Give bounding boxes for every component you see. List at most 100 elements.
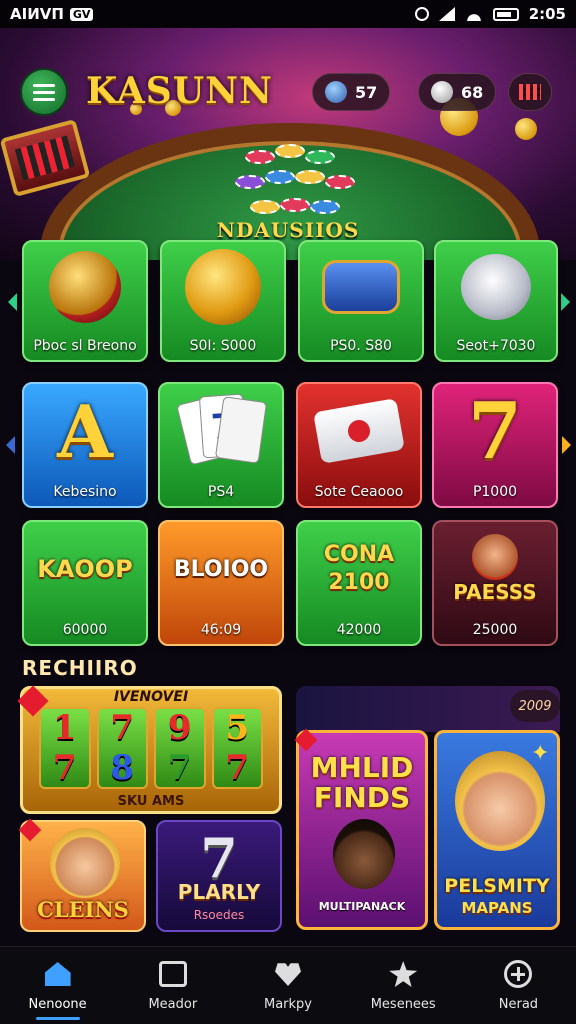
balance-2-value: 68	[461, 82, 484, 102]
clock: 2:05	[528, 5, 566, 23]
game-label: PS4	[207, 484, 235, 500]
nav-item-home[interactable]: Nenoone	[0, 947, 115, 1024]
carrier-label: AIИVΠ	[10, 5, 64, 23]
signal-icon	[438, 7, 455, 21]
game-tile-ps4[interactable]: 7 PS4	[158, 382, 284, 508]
status-bar: AIИVΠ GV 2:05	[0, 0, 576, 28]
pelsmity-title: PELSMITY	[444, 875, 550, 897]
cannon-icon	[322, 260, 400, 314]
vault-icon	[49, 251, 121, 323]
slot-reels-promo[interactable]: IVENOVEI 17 78 97 57 SKU AMS	[20, 686, 282, 814]
game-label: 46:09	[200, 622, 242, 638]
game-tile-cona[interactable]: CONA 2100 42000	[296, 520, 422, 646]
featured-tile-1[interactable]: Pboc sl Breono	[22, 240, 148, 362]
game-label: 25000	[472, 622, 518, 638]
nav-item-markpy[interactable]: Markpy	[230, 947, 345, 1024]
game-label: 42000	[336, 622, 382, 638]
app-logo: KASUNN	[86, 70, 273, 112]
game-tile-kaoop[interactable]: KAOOP 60000	[22, 520, 148, 646]
home-icon	[44, 962, 71, 986]
featured-tile-3[interactable]: PS0. S80	[298, 240, 424, 362]
mhlid-finds-promo[interactable]: MHLID FINDS MULTIPANACK	[296, 730, 428, 930]
active-indicator	[35, 1017, 80, 1020]
heart-icon	[275, 963, 301, 986]
playing-cards-icon: 7	[176, 393, 268, 469]
featured-tile-4[interactable]: Seot+7030	[434, 240, 558, 362]
balance-pill-1[interactable]: 57	[312, 73, 391, 111]
reel: 97	[154, 707, 206, 789]
balance-pill-2[interactable]: 68	[418, 73, 497, 111]
pelsmity-subtitle: MAPANS	[461, 899, 533, 917]
coin-silver-icon	[431, 81, 453, 103]
game-tile-sote[interactable]: Sote Ceaooo	[296, 382, 422, 508]
gem-icon	[325, 81, 347, 103]
nav-item-meador[interactable]: Meador	[115, 947, 230, 1024]
plarly-subtitle: Rsoedes	[193, 908, 245, 922]
letter-a-art: A	[57, 388, 113, 474]
mhlid-subtitle: FINDS	[313, 781, 411, 814]
coin-icon	[515, 118, 537, 140]
carousel-left-icon[interactable]	[8, 293, 17, 311]
nav-item-mesenees[interactable]: Mesenees	[346, 947, 461, 1024]
game-tile-p1000[interactable]: 7 P1000	[432, 382, 558, 508]
character-portrait	[472, 534, 518, 580]
nav-label: Nenoone	[28, 997, 87, 1012]
bloioo-art: BLOIOO	[173, 556, 269, 582]
paesss-art: PAESSS	[453, 580, 537, 604]
nav-label: Mesenees	[370, 997, 436, 1012]
balance-1-value: 57	[355, 82, 378, 102]
app-badge: GV	[69, 7, 94, 21]
game-tile-kebesino[interactable]: A Kebesino	[22, 382, 148, 508]
reel: 78	[96, 707, 148, 789]
kaoop-art: KAOOP	[37, 555, 133, 583]
more-button[interactable]	[508, 73, 552, 111]
character-portrait	[333, 819, 395, 889]
grid-icon	[519, 84, 541, 100]
game-label: P1000	[472, 484, 518, 500]
cleins-promo[interactable]: CLEINS	[20, 820, 146, 932]
featured-tile-2[interactable]: S0I: S000	[160, 240, 286, 362]
row-right-icon[interactable]	[562, 436, 571, 454]
featured-label: Seot+7030	[456, 338, 536, 354]
reel: 17	[39, 707, 91, 789]
game-tile-bloioo[interactable]: BLOIOO 46:09	[158, 520, 284, 646]
gold-coin-icon	[185, 249, 261, 325]
cleins-title: CLEINS	[37, 897, 129, 922]
battery-icon	[492, 7, 519, 21]
menu-button[interactable]	[20, 68, 68, 116]
game-label: Kebesino	[53, 484, 117, 500]
bottom-navigation: Nenoone Meador Markpy Mesenees Nerad	[0, 946, 576, 1024]
reel: 57	[211, 707, 263, 789]
row-left-icon[interactable]	[6, 436, 15, 454]
nav-label: Nerad	[498, 997, 539, 1012]
star-icon	[389, 961, 418, 987]
mhlid-caption: MULTIPANACK	[318, 900, 406, 913]
hero-banner: KASUNN 57 68 NDAUSIIOS	[0, 28, 576, 260]
featured-label: Pboc sl Breono	[33, 338, 137, 354]
hero-title: NDAUSIIOS	[216, 218, 360, 242]
nav-label: Markpy	[264, 997, 313, 1012]
mhlid-title: MHLID	[310, 751, 414, 784]
reels-caption: SKU AMS	[117, 794, 185, 809]
alarm-icon	[414, 7, 429, 21]
host-portrait	[50, 828, 120, 898]
year-badge: 2009	[510, 690, 560, 722]
nav-item-nerad[interactable]: Nerad	[461, 947, 576, 1024]
pelsmity-promo[interactable]: ✦ PELSMITY MAPANS	[434, 730, 560, 930]
plus-icon	[504, 960, 533, 988]
game-tile-paesss[interactable]: PAESSS 25000	[432, 520, 558, 646]
featured-label: PS0. S80	[330, 338, 392, 354]
game-label: 60000	[62, 622, 108, 638]
plarly-title: PLARLY	[177, 880, 261, 904]
carousel-right-icon[interactable]	[561, 293, 570, 311]
ticket-icon	[313, 398, 405, 464]
menu-icon	[33, 90, 55, 94]
robot-icon	[461, 254, 531, 320]
game-label: Sote Ceaooo	[314, 484, 404, 500]
wifi-icon	[464, 7, 483, 21]
host-portrait	[455, 751, 545, 851]
reels-title: IVENOVEI	[113, 689, 189, 705]
plarly-promo[interactable]: 7 PLARLY Rsoedes	[156, 820, 282, 932]
sparkle-icon: ✦	[531, 741, 550, 766]
nav-label: Meador	[148, 997, 198, 1012]
